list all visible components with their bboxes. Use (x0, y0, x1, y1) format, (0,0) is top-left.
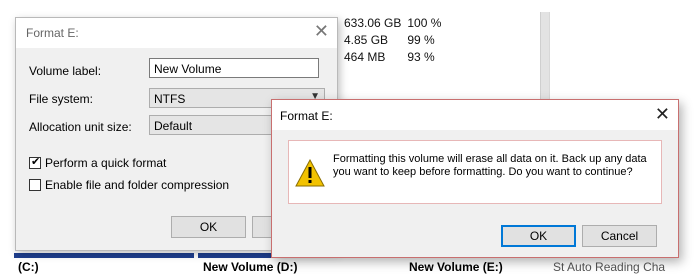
warning-icon (295, 159, 325, 187)
quick-format-checkbox[interactable]: ✔ (29, 156, 41, 169)
confirm-dialog-titlebar[interactable]: Format E: ✕ (272, 100, 678, 130)
volume-label-label: Volume label: (29, 64, 102, 78)
volume-e-label[interactable]: New Volume (E:) (409, 260, 503, 274)
allocation-unit-label: Allocation unit size: (29, 120, 132, 134)
format-dialog-title: Format E: (26, 26, 79, 40)
volume-bar-c (14, 253, 194, 258)
confirm-ok-button[interactable]: OK (501, 225, 576, 247)
volume-free-percent: 100 % (407, 16, 442, 30)
message-panel: Formatting this volume will erase all da… (288, 140, 662, 204)
confirm-dialog: Format E: ✕ Formatting this volume will … (271, 99, 679, 258)
file-system-label: File system: (29, 92, 94, 106)
quick-format-label[interactable]: Perform a quick format (45, 156, 166, 170)
format-ok-button[interactable]: OK (171, 216, 246, 238)
file-system-value: NTFS (154, 92, 186, 106)
volume-capacity: 464 MB (344, 50, 386, 64)
close-icon[interactable]: ✕ (314, 21, 329, 42)
volume-list-row[interactable]: 464 MB 93 % (344, 50, 457, 64)
confirm-message: Formatting this volume will erase all da… (333, 153, 647, 178)
volume-list-row[interactable]: 633.06 GB 100 % (344, 16, 457, 30)
allocation-unit-value: Default (154, 119, 193, 133)
volume-list-row[interactable]: 4.85 GB 99 % (344, 33, 457, 47)
confirm-cancel-button[interactable]: Cancel (582, 225, 657, 247)
volume-free-percent: 99 % (407, 33, 435, 47)
volume-capacity: 4.85 GB (344, 33, 389, 47)
checkmark-icon: ✔ (31, 156, 41, 168)
volume-free-percent: 93 % (407, 50, 435, 64)
status-column-header: St Auto Reading Cha (553, 260, 666, 274)
compression-label[interactable]: Enable file and folder compression (45, 178, 229, 192)
volume-c-label[interactable]: (C:) (18, 260, 39, 274)
volume-capacity: 633.06 GB (344, 16, 402, 30)
volume-label-input[interactable]: New Volume (149, 58, 319, 78)
format-dialog-titlebar[interactable]: Format E: ✕ (16, 18, 337, 48)
confirm-dialog-title: Format E: (280, 109, 333, 123)
compression-checkbox[interactable] (29, 179, 41, 191)
volume-d-label[interactable]: New Volume (D:) (203, 260, 297, 274)
close-icon[interactable]: ✕ (655, 104, 670, 125)
